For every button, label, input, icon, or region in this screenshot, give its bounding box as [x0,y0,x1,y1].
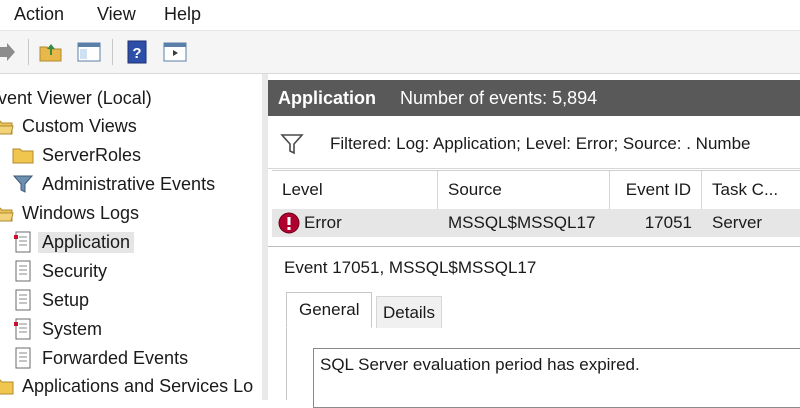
forward-arrow-icon [0,43,15,61]
log-icon [12,260,34,282]
help-button[interactable]: ? [122,37,152,67]
row-task-cell: Server [712,213,763,232]
tree-item-label: Setup [42,289,90,310]
tree-item-applications-and-services[interactable]: Applications and Services Lo [0,372,253,400]
tree-item-label: vent Viewer (Local) [0,87,152,108]
tree-item-label: System [42,318,103,339]
tab-general[interactable]: General [286,292,373,328]
tree-item-windows-logs[interactable]: Windows Logs [0,199,139,227]
folder-open-icon [0,202,14,224]
event-detail-title: Event 17051, MSSQL$MSSQL17 [268,246,800,289]
log-icon [12,347,34,369]
column-header-level[interactable]: Level [272,171,438,209]
results-pane: Application Number of events: 5,894 Filt… [268,74,800,408]
menu-action[interactable]: Action [14,4,64,25]
pane-icon [77,42,101,62]
column-header-task-category[interactable]: Task C... [702,171,800,209]
tree-root-event-viewer[interactable]: vent Viewer (Local) [0,84,152,112]
svg-text:?: ? [132,45,141,62]
menu-view[interactable]: View [97,4,136,25]
event-count: Number of events: 5,894 [400,87,598,108]
filter-bar: Filtered: Log: Application; Level: Error… [268,120,800,169]
row-source-cell: MSSQL$MSSQL17 [448,213,596,232]
log-icon [12,289,34,311]
folder-up-icon [39,44,62,62]
menu-bar: Action View Help [0,0,800,31]
row-level-text: Error [304,213,342,232]
column-header-source[interactable]: Source [438,171,610,209]
tree-item-security[interactable]: Security [12,257,107,285]
tree-item-forwarded-events[interactable]: Forwarded Events [12,344,188,372]
tree-item-label: Administrative Events [42,173,216,194]
row-event-id-cell: 17051 [644,213,692,232]
table-row[interactable]: Error MSSQL$MSSQL17 17051 Server [272,209,800,237]
log-icon [12,318,34,340]
tree-item-label: Custom Views [22,115,137,136]
event-detail-title-text: Event 17051, MSSQL$MSSQL17 [284,258,537,277]
log-icon [12,231,34,253]
detail-tabs: General Details [286,292,800,329]
tree-item-label: Security [42,260,108,281]
console-tree: vent Viewer (Local) Custom Views ServerR… [0,74,263,400]
column-header-event-id[interactable]: Event ID [610,171,702,209]
row-level-cell: Error [278,209,342,237]
toolbar: ? [0,31,800,74]
menu-help[interactable]: Help [164,4,201,25]
tab-details[interactable]: Details [376,296,442,328]
tree-item-serverroles[interactable]: ServerRoles [12,141,141,169]
error-icon [278,212,300,234]
tree-item-administrative-events[interactable]: Administrative Events [12,170,215,198]
show-pane-button[interactable] [74,37,104,67]
help-icon: ? [127,40,147,64]
filter-icon [280,133,304,155]
tree-item-application[interactable]: Application [12,228,135,256]
tree-item-setup[interactable]: Setup [12,286,89,314]
action-pane-icon [163,42,187,62]
tree-item-label: Forwarded Events [42,347,189,368]
tree-item-label: ServerRoles [42,144,142,165]
toolbar-separator [112,39,113,65]
event-description: SQL Server evaluation period has expired… [313,348,800,408]
tree-item-custom-views[interactable]: Custom Views [0,112,137,140]
action-pane-button[interactable] [160,37,190,67]
folder-icon [0,375,14,397]
forward-button[interactable] [0,37,20,67]
folder-open-icon [0,115,14,137]
folder-icon [12,144,34,166]
tree-item-system[interactable]: System [12,315,102,343]
log-header: Application Number of events: 5,894 [268,80,800,116]
open-folder-button[interactable] [36,37,66,67]
toolbar-separator [28,39,29,65]
log-title: Application [278,87,376,108]
events-grid: Level Source Event ID Task C... Error MS… [272,170,800,237]
tree-item-label: Windows Logs [22,202,140,223]
tree-item-label: Application [38,231,135,253]
tree-item-label: Applications and Services Lo [22,375,254,396]
filter-text: Filtered: Log: Application; Level: Error… [330,134,751,153]
filter-icon [12,173,34,195]
general-tab-body: SQL Server evaluation period has expired… [286,328,800,408]
